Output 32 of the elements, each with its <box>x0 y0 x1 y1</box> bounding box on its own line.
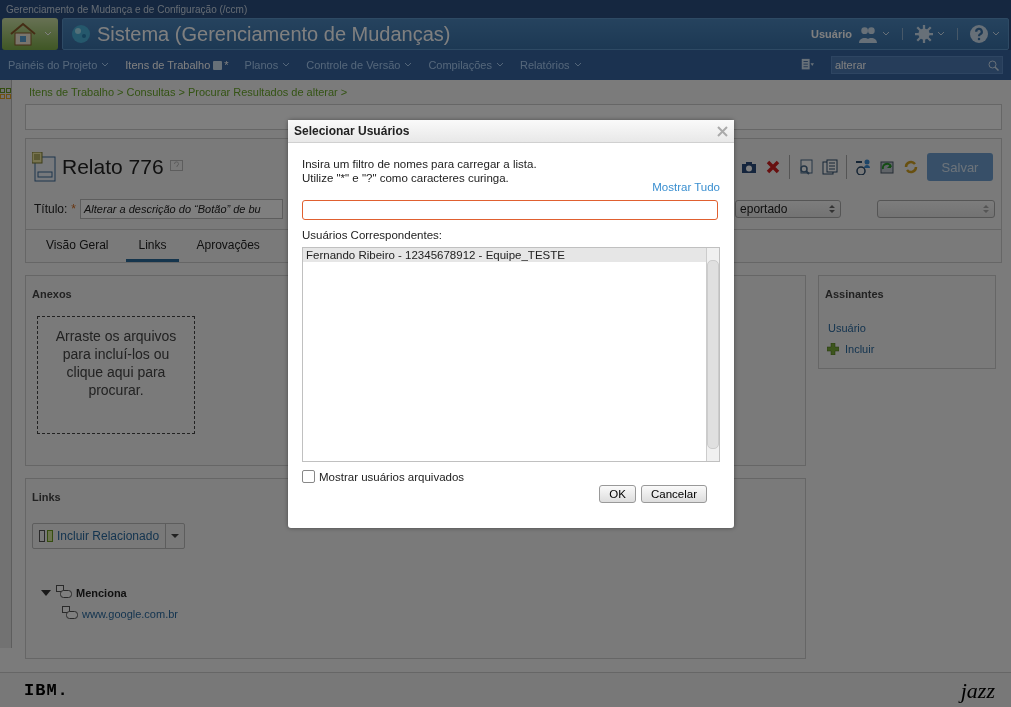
show-all-link[interactable]: Mostrar Tudo <box>652 181 720 193</box>
subscriber-link[interactable]: Usuário <box>828 322 866 334</box>
dialog-button[interactable]: OK <box>599 485 636 503</box>
work-item-title: Relato 776 <box>62 155 164 179</box>
instructions: Insira um filtro de nomes para carregar a lista. Utilize "*" e "?" como caracteres curinga. <box>302 157 538 185</box>
dialog-button[interactable]: Cancelar <box>640 485 707 503</box>
link[interactable]: www.google.com.br <box>82 607 178 620</box>
tab[interactable]: Aprovações <box>184 230 272 262</box>
panel-heading: Anexos <box>32 288 72 300</box>
app-title: Gerenciamento de Mudança e de Configuração (/ccm) <box>6 3 248 15</box>
file-drop-area[interactable]: Arraste os arquivos para incluí-los ou clique aqui para procurar. <box>37 316 195 434</box>
status-dropdown[interactable]: eportado <box>735 200 842 218</box>
list-item[interactable]: Fernando Ribeiro - 12345678912 - Equipe_TESTE <box>303 248 706 262</box>
project-title: Sistema (Gerenciamento de Mudanças) <box>97 22 451 46</box>
results-label: Usuários Correspondentes: <box>302 229 443 241</box>
breadcrumb[interactable]: Itens de Trabalho > Consultas > Procurar Resultados de alterar > <box>29 86 348 98</box>
search-field[interactable]: alterar <box>831 56 1003 74</box>
tab[interactable]: Links <box>126 230 179 262</box>
panel-heading: Assinantes <box>825 288 884 300</box>
brand-logo: jazz <box>960 677 995 704</box>
user-name[interactable]: Usuário <box>811 28 852 40</box>
checkbox-label: Mostrar usuários arquivados <box>319 470 465 483</box>
link-type: Menciona <box>76 586 127 599</box>
brand-logo: IBM. <box>24 681 69 700</box>
panel-heading: Links <box>32 491 61 503</box>
tab[interactable]: Visão Geral <box>34 230 121 262</box>
add-link[interactable]: Incluir <box>845 343 875 355</box>
dialog-title: Selecionar Usuários <box>294 124 410 138</box>
required-mark: * <box>71 202 77 216</box>
title-label: Título: <box>34 202 68 216</box>
title-field[interactable]: Alterar a descrição do “Botão” de bu <box>80 199 284 219</box>
nav-menu[interactable]: Itens de Trabalho * <box>125 59 229 71</box>
